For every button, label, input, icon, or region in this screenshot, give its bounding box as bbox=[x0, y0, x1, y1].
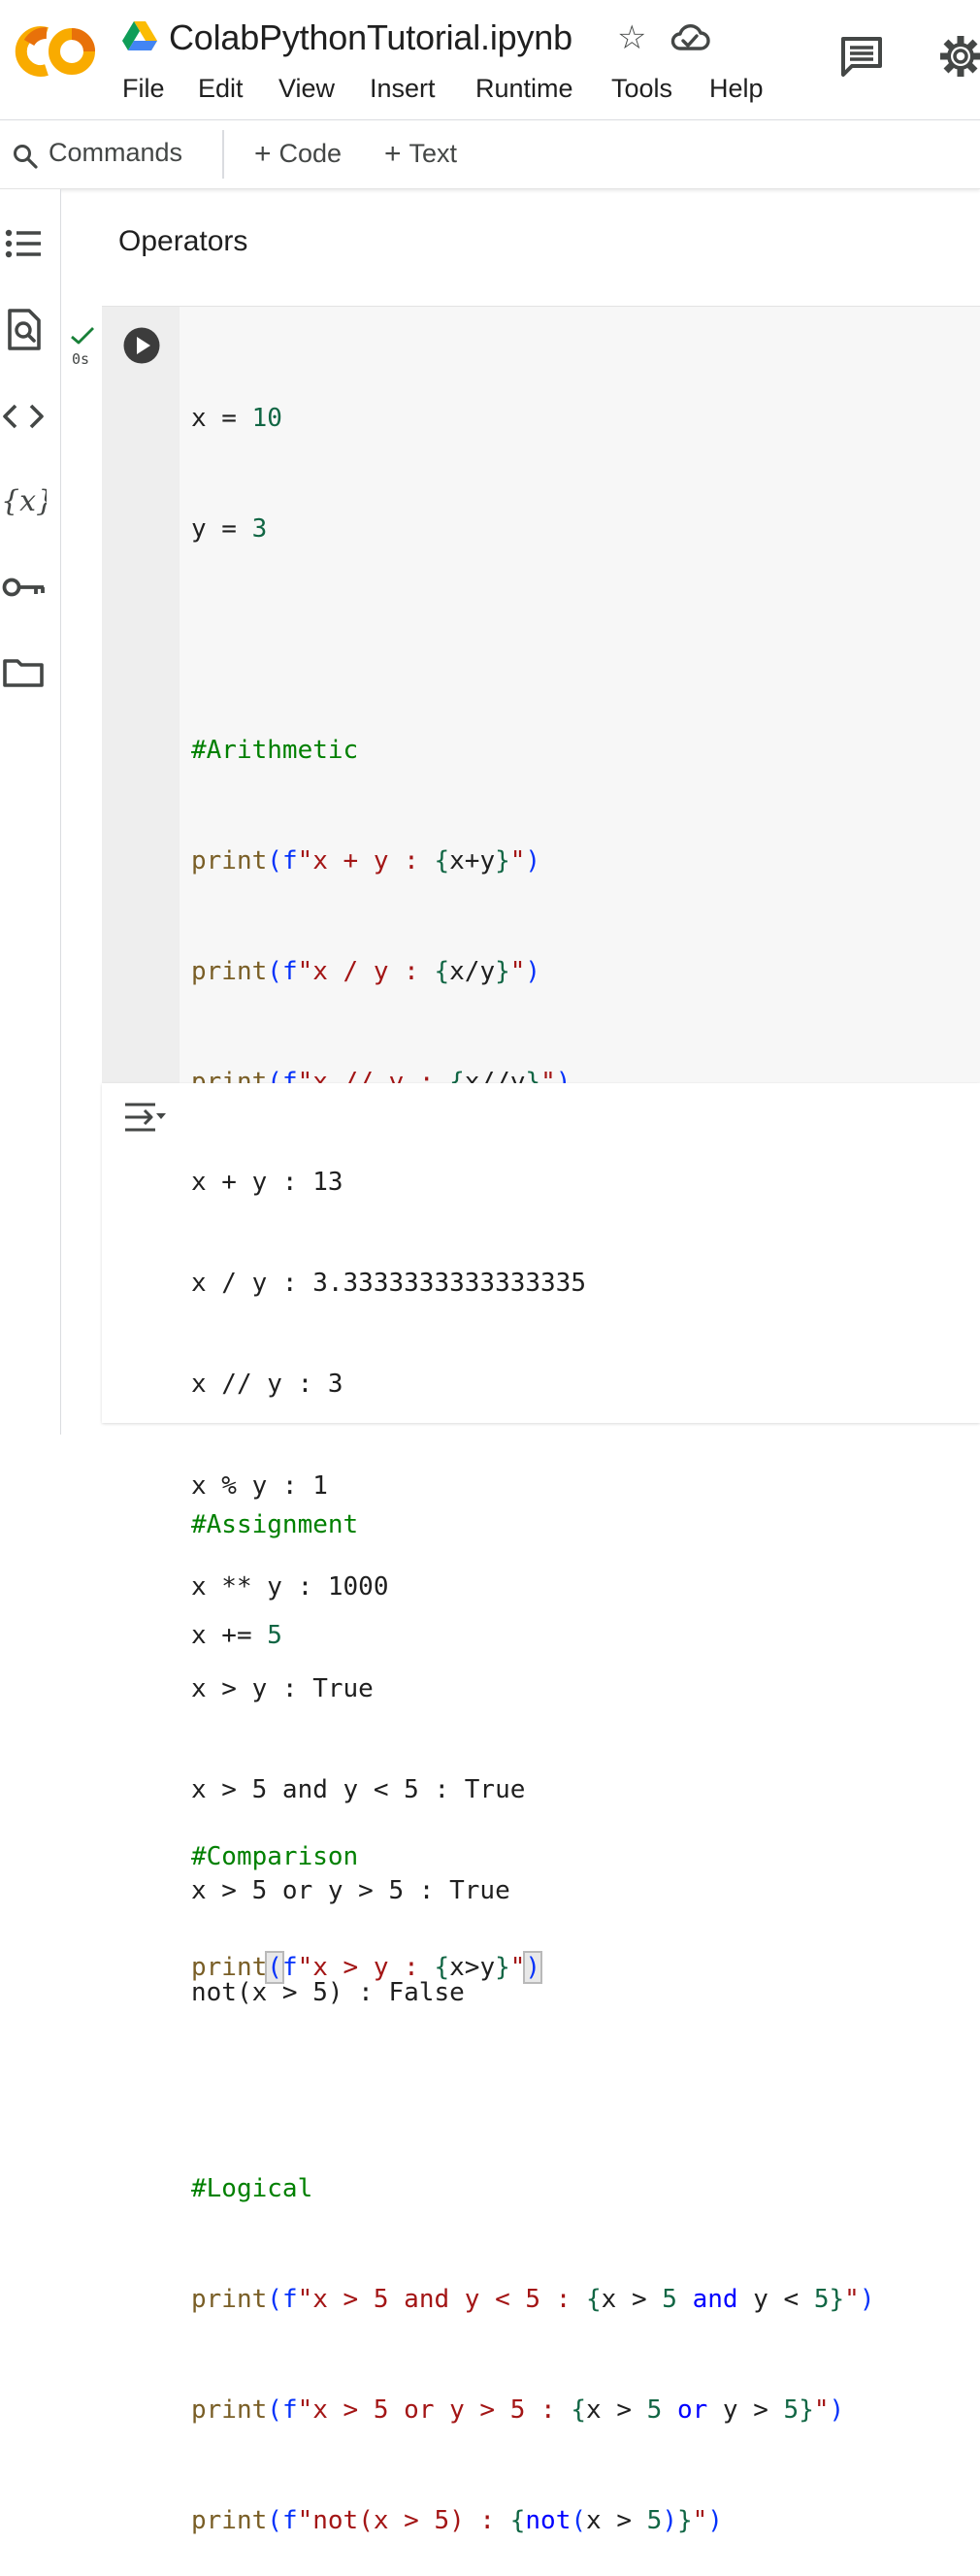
code-line: #Arithmetic bbox=[191, 736, 359, 765]
notebook-title[interactable]: ColabPythonTutorial.ipynb bbox=[169, 17, 572, 58]
output-line: x ** y : 1000 bbox=[191, 1572, 389, 1602]
code-line: print(f"x > 5 or y > 5 : {x > 5 or y > 5… bbox=[191, 2395, 845, 2425]
output-text: x + y : 13 x / y : 3.3333333333333335 x … bbox=[191, 1098, 586, 2043]
output-line: not(x > 5) : False bbox=[191, 1977, 465, 2007]
code-cell-gutter bbox=[102, 307, 180, 1083]
output-line: x / y : 3.3333333333333335 bbox=[191, 1268, 586, 1298]
find-replace-icon[interactable] bbox=[0, 306, 47, 352]
left-sidebar: {x} bbox=[0, 189, 61, 1435]
code-line: print(f"x / y : {x/y}") bbox=[191, 957, 541, 986]
execution-time: 0s bbox=[72, 350, 90, 368]
run-cell-button[interactable] bbox=[122, 326, 161, 365]
add-code-label: Code bbox=[278, 139, 343, 168]
menu-view[interactable]: View bbox=[278, 74, 335, 104]
app-header: ColabPythonTutorial.ipynb ☆ File Edit Vi… bbox=[0, 0, 980, 120]
table-of-contents-icon[interactable] bbox=[0, 220, 47, 267]
comments-icon[interactable] bbox=[838, 35, 885, 78]
output-line: x > 5 and y < 5 : True bbox=[191, 1774, 526, 1804]
code-line: print(f"x > 5 and y < 5 : {x > 5 and y <… bbox=[191, 2285, 875, 2314]
colab-logo-icon[interactable] bbox=[8, 21, 97, 82]
menu-file[interactable]: File bbox=[122, 74, 165, 104]
code-snippets-icon[interactable] bbox=[0, 393, 47, 440]
menu-edit[interactable]: Edit bbox=[198, 74, 244, 104]
output-line: x % y : 1 bbox=[191, 1470, 328, 1501]
menu-insert[interactable]: Insert bbox=[370, 74, 436, 104]
output-line: x > 5 or y > 5 : True bbox=[191, 1876, 510, 1906]
add-code-button[interactable]: + Code bbox=[254, 137, 342, 170]
menu-help[interactable]: Help bbox=[709, 74, 764, 104]
code-line: #Logical bbox=[191, 2174, 313, 2203]
code-line: y = 3 bbox=[191, 514, 268, 544]
code-line: print(f"not(x > 5) : {not(x > 5)}") bbox=[191, 2506, 723, 2535]
files-folder-icon[interactable] bbox=[0, 649, 47, 696]
output-line: x + y : 13 bbox=[191, 1167, 343, 1197]
menu-runtime[interactable]: Runtime bbox=[475, 74, 573, 104]
execution-success-check-icon bbox=[71, 327, 94, 345]
toolbar-divider bbox=[222, 130, 224, 179]
output-line: x > y : True bbox=[191, 1673, 374, 1703]
search-icon bbox=[14, 145, 38, 169]
cloud-saved-icon[interactable] bbox=[670, 21, 710, 54]
secrets-key-icon[interactable] bbox=[0, 564, 47, 611]
notebook-toolbar: Commands + Code + Text bbox=[0, 120, 980, 189]
svg-text:{x}: {x} bbox=[1, 484, 47, 518]
plus-icon: + bbox=[254, 138, 272, 170]
settings-gear-icon[interactable] bbox=[937, 33, 980, 80]
output-line: x // y : 3 bbox=[191, 1370, 343, 1400]
output-actions-icon[interactable] bbox=[122, 1101, 167, 1134]
variables-icon[interactable]: {x} bbox=[0, 477, 47, 523]
menu-tools[interactable]: Tools bbox=[611, 74, 672, 104]
google-drive-icon[interactable] bbox=[122, 19, 157, 50]
plus-icon: + bbox=[384, 138, 402, 170]
section-heading[interactable]: Operators bbox=[118, 225, 247, 258]
commands-label: Commands bbox=[49, 138, 183, 167]
code-line: print(f"x + y : {x+y}") bbox=[191, 846, 541, 875]
add-text-button[interactable]: + Text bbox=[384, 137, 457, 170]
star-icon[interactable]: ☆ bbox=[617, 19, 646, 56]
add-text-label: Text bbox=[408, 139, 458, 168]
code-line: x = 10 bbox=[191, 404, 282, 433]
